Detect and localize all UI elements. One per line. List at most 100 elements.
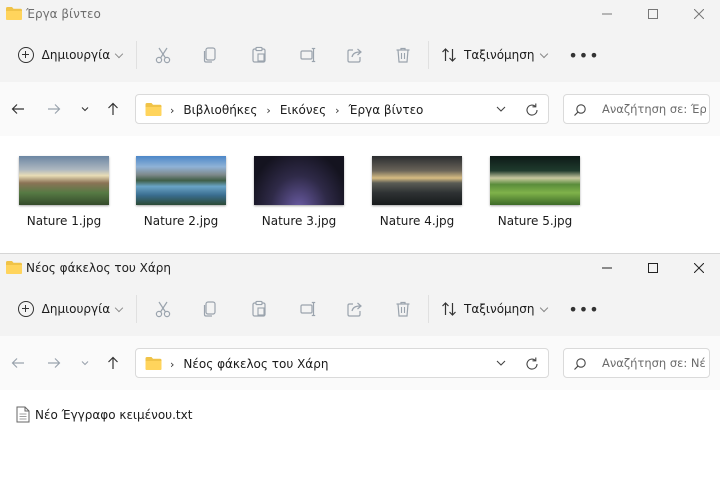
paste-button[interactable]: [247, 297, 271, 321]
delete-button[interactable]: [391, 43, 415, 67]
folder-icon: [145, 357, 162, 370]
rename-icon: [300, 47, 316, 63]
file-list: Nature 1.jpg Nature 2.jpg Nature 3.jpg N…: [0, 136, 720, 253]
search-input[interactable]: [602, 99, 706, 119]
new-button[interactable]: Δημιουργία: [10, 295, 124, 323]
paste-icon: [252, 300, 266, 317]
chevron-right-icon[interactable]: ›: [335, 104, 339, 117]
command-bar: Δημιουργία Ταξινόμηση •••: [0, 27, 720, 83]
toolbar-divider: [136, 295, 137, 323]
recent-locations-button[interactable]: [74, 352, 96, 374]
address-bar[interactable]: › Νέος φάκελος του Χάρη: [135, 348, 549, 378]
title-bar[interactable]: Νέος φάκελος του Χάρη: [0, 254, 720, 281]
maximize-icon: [648, 8, 658, 19]
chevron-down-icon: [114, 303, 124, 312]
new-button[interactable]: Δημιουργία: [10, 41, 124, 69]
chevron-right-icon[interactable]: ›: [170, 358, 174, 371]
sort-button-label: Ταξινόμηση: [464, 48, 535, 62]
scissors-icon: [155, 47, 171, 64]
sort-icon: [442, 48, 456, 62]
toolbar-divider: [428, 41, 429, 69]
breadcrumb-item[interactable]: Έργα βίντεο: [349, 103, 424, 117]
minimize-icon: [602, 267, 612, 268]
maximize-button[interactable]: [630, 254, 676, 281]
copy-icon: [203, 47, 216, 63]
explorer-window-new-folder: Νέος φάκελος του Χάρη Δημιουργία Ταξινόμ…: [0, 253, 720, 501]
breadcrumb-item[interactable]: Εικόνες: [280, 103, 326, 117]
file-item[interactable]: Νέο Έγγραφο κειμένου.txt: [16, 406, 192, 423]
copy-button[interactable]: [198, 43, 222, 67]
add-circle-icon: [18, 47, 34, 63]
toolbar-divider: [428, 295, 429, 323]
image-thumbnail: [254, 156, 344, 205]
image-thumbnail: [19, 156, 109, 205]
cut-button[interactable]: [151, 297, 175, 321]
title-bar[interactable]: Έργα βίντεο: [0, 0, 720, 27]
file-item[interactable]: Nature 1.jpg: [10, 156, 118, 228]
rename-button[interactable]: [296, 43, 320, 67]
chevron-right-icon[interactable]: ›: [170, 104, 174, 117]
back-button[interactable]: [7, 98, 29, 120]
text-file-icon: [16, 406, 30, 423]
share-button[interactable]: [343, 297, 367, 321]
image-thumbnail: [372, 156, 462, 205]
add-circle-icon: [18, 301, 34, 317]
window-title: Έργα βίντεο: [26, 7, 101, 21]
file-item[interactable]: Nature 4.jpg: [363, 156, 471, 228]
minimize-button[interactable]: [584, 254, 630, 281]
cut-button[interactable]: [151, 43, 175, 67]
search-icon: [574, 104, 586, 116]
search-box[interactable]: [563, 348, 710, 378]
file-name: Nature 3.jpg: [261, 214, 337, 228]
address-history-icon[interactable]: [494, 102, 508, 116]
share-button[interactable]: [343, 43, 367, 67]
breadcrumb-item[interactable]: Βιβλιοθήκες: [183, 103, 257, 117]
close-button[interactable]: [676, 254, 720, 281]
file-name: Nature 4.jpg: [379, 214, 455, 228]
close-button[interactable]: [676, 0, 720, 27]
maximize-icon: [648, 262, 658, 273]
back-button[interactable]: [7, 352, 29, 374]
address-bar[interactable]: › Βιβλιοθήκες › Εικόνες › Έργα βίντεο: [135, 94, 549, 124]
refresh-icon[interactable]: [524, 356, 540, 372]
minimize-button[interactable]: [584, 0, 630, 27]
delete-button[interactable]: [391, 297, 415, 321]
more-options-button[interactable]: •••: [568, 43, 598, 67]
file-name: Νέο Έγγραφο κειμένου.txt: [35, 407, 193, 422]
chevron-down-icon: [539, 303, 548, 312]
more-options-button[interactable]: •••: [568, 297, 598, 321]
up-button[interactable]: [102, 98, 124, 120]
sort-icon: [442, 302, 456, 316]
rename-button[interactable]: [296, 297, 320, 321]
file-item[interactable]: Nature 5.jpg: [481, 156, 589, 228]
up-button[interactable]: [102, 352, 124, 374]
breadcrumb: › Βιβλιοθήκες › Εικόνες › Έργα βίντεο: [170, 103, 423, 117]
folder-icon: [6, 7, 22, 20]
breadcrumb-item[interactable]: Νέος φάκελος του Χάρη: [183, 357, 328, 371]
recent-locations-button[interactable]: [74, 98, 96, 120]
sort-button[interactable]: Ταξινόμηση: [440, 41, 548, 69]
address-history-icon[interactable]: [494, 356, 508, 370]
file-item[interactable]: Nature 2.jpg: [127, 156, 235, 228]
command-bar: Δημιουργία Ταξινόμηση •••: [0, 281, 720, 337]
file-item[interactable]: Nature 3.jpg: [245, 156, 353, 228]
copy-button[interactable]: [198, 297, 222, 321]
maximize-button[interactable]: [630, 0, 676, 27]
sort-button-label: Ταξινόμηση: [464, 302, 535, 316]
file-list: Νέο Έγγραφο κειμένου.txt: [0, 390, 720, 501]
close-icon: [694, 8, 704, 19]
share-icon: [347, 302, 362, 317]
arrow-left-icon: [11, 104, 24, 114]
search-input[interactable]: [602, 353, 706, 373]
navigation-bar: › Βιβλιοθήκες › Εικόνες › Έργα βίντεο: [0, 82, 720, 136]
arrow-up-icon: [108, 102, 118, 115]
sort-button[interactable]: Ταξινόμηση: [440, 295, 548, 323]
forward-button[interactable]: [43, 352, 65, 374]
search-box[interactable]: [563, 94, 710, 124]
chevron-right-icon[interactable]: ›: [266, 104, 270, 117]
new-button-label: Δημιουργία: [41, 302, 111, 316]
paste-button[interactable]: [247, 43, 271, 67]
chevron-down-icon: [114, 49, 124, 58]
forward-button[interactable]: [43, 98, 65, 120]
refresh-icon[interactable]: [524, 102, 540, 118]
